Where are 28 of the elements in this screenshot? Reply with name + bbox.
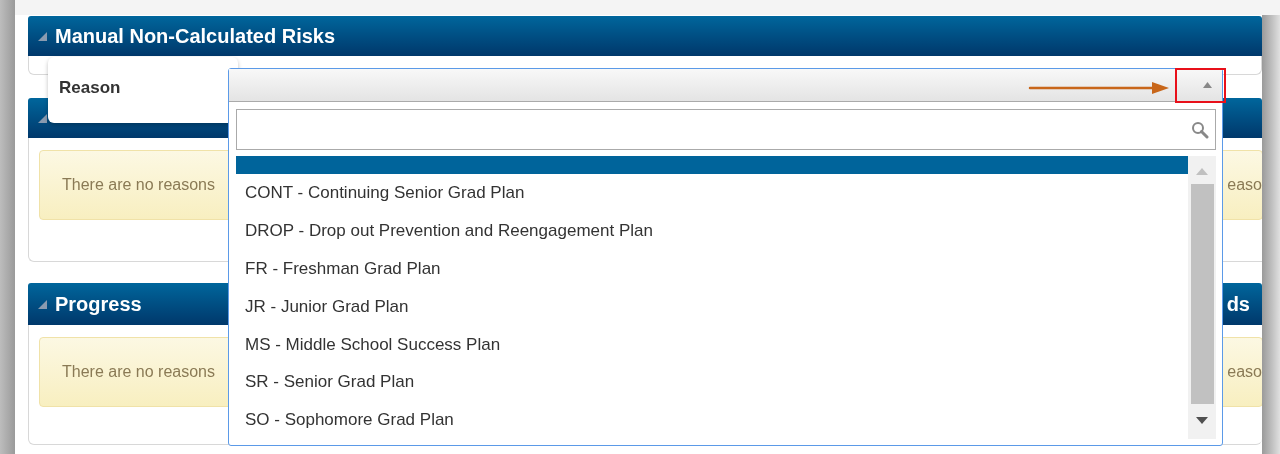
scroll-up-icon[interactable] (1196, 168, 1208, 175)
scroll-down-icon[interactable] (1196, 417, 1208, 424)
reason-label: Reason (59, 78, 121, 97)
panel-title: ds (1226, 292, 1250, 317)
dropdown-option[interactable]: MS - Middle School Success Plan (236, 325, 1188, 364)
notice-text: There are no reasons (62, 175, 215, 195)
notice-text: There are no reasons (62, 362, 215, 382)
panel-title: Progress (55, 292, 142, 317)
notice-text: easo (1227, 175, 1262, 195)
notice-text: easo (1227, 362, 1262, 382)
scrollbar[interactable] (1188, 156, 1216, 439)
up-triangle-icon[interactable] (1203, 82, 1212, 88)
collapse-triangle-icon[interactable] (38, 299, 47, 309)
collapse-triangle-icon[interactable] (38, 31, 47, 41)
dropdown-option[interactable]: FR - Freshman Grad Plan (236, 249, 1188, 288)
dropdown-option[interactable]: DROP - Drop out Prevention and Reengagement Plan (236, 211, 1188, 250)
panel-header[interactable]: Manual Non-Calculated Risks (28, 16, 1262, 56)
collapse-triangle-icon[interactable] (38, 113, 47, 123)
scrollbar-thumb[interactable] (1190, 184, 1214, 404)
search-field[interactable] (236, 109, 1216, 150)
dropdown-option[interactable]: SR - Senior Grad Plan (236, 363, 1188, 402)
search-icon (1191, 120, 1209, 139)
dropdown-option[interactable]: CONT - Continuing Senior Grad Plan (236, 173, 1188, 212)
panel-title: Manual Non-Calculated Risks (55, 24, 336, 49)
dropdown-option[interactable]: JR - Junior Grad Plan (236, 287, 1188, 326)
highlight-frame (1175, 68, 1226, 103)
dropdown-option[interactable]: SO - Sophomore Grad Plan (236, 401, 1188, 439)
reason-dropdown[interactable] (228, 68, 1223, 446)
